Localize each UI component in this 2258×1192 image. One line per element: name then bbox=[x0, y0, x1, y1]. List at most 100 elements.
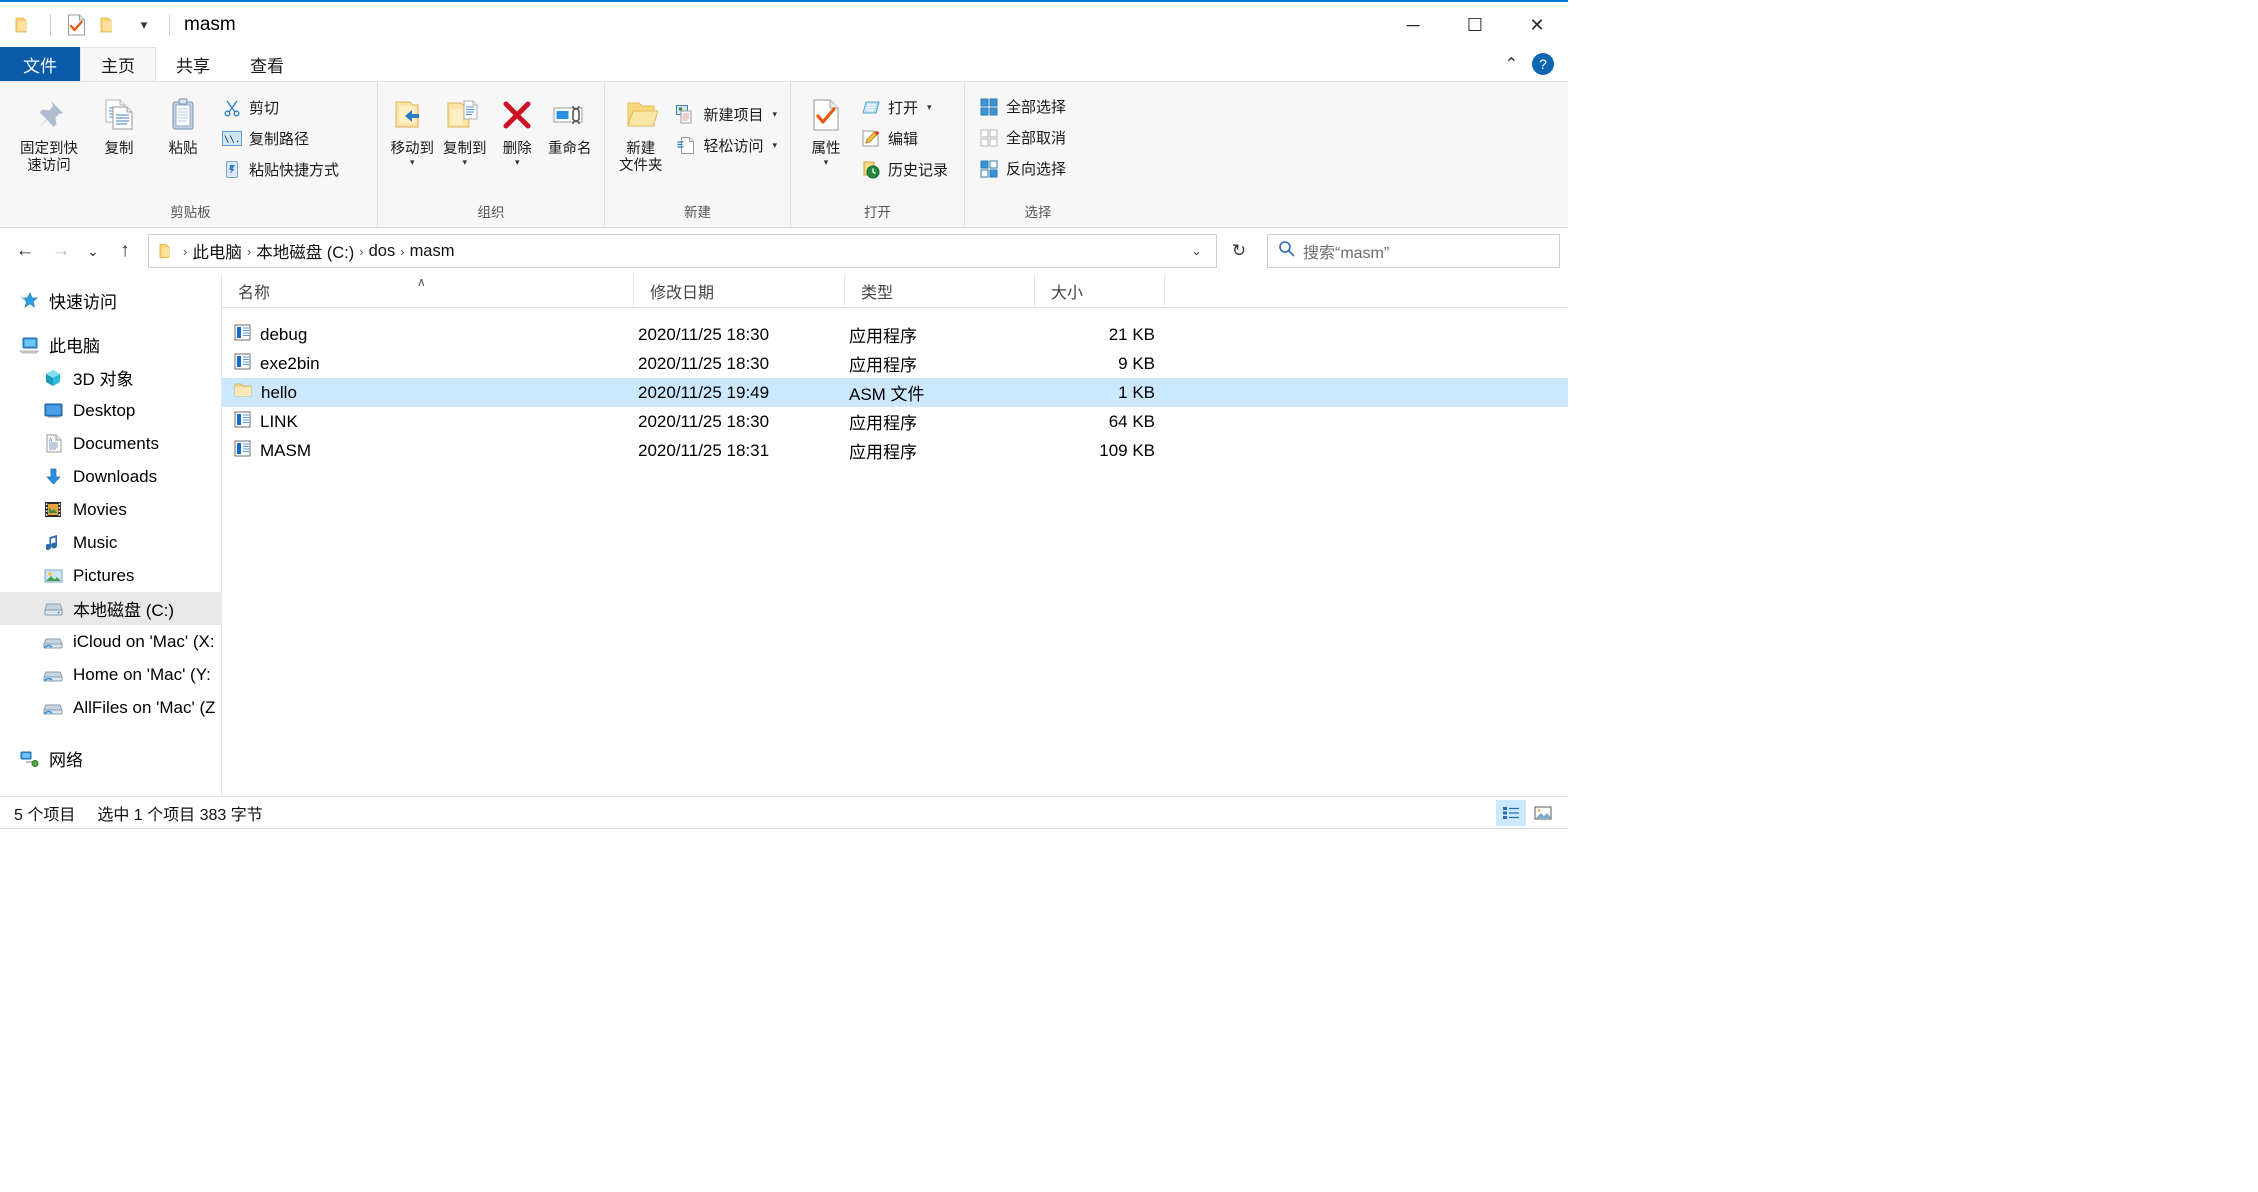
delete-caret-icon[interactable]: ▾ bbox=[515, 158, 520, 167]
sidebar-item-allfiles-on-mac[interactable]: AllFiles on 'Mac' (Z bbox=[0, 691, 221, 724]
table-row[interactable]: LINK 2020/11/25 18:30 应用程序 64 KB bbox=[222, 407, 1568, 436]
history-button[interactable]: 历史记录 bbox=[855, 155, 953, 184]
desktop-icon bbox=[42, 401, 64, 421]
pin-to-quick-access-button[interactable]: 固定到快 速访问 bbox=[12, 88, 86, 175]
open-with-button[interactable]: 打开 ▾ bbox=[855, 93, 953, 122]
sidebar-item-this-pc[interactable]: 此电脑 bbox=[0, 328, 221, 361]
sidebar-item-music[interactable]: Music bbox=[0, 526, 221, 559]
new-folder-icon[interactable] bbox=[95, 10, 125, 40]
tab-view[interactable]: 查看 bbox=[230, 47, 304, 81]
column-header-size-label: 大小 bbox=[1051, 284, 1084, 302]
table-row[interactable]: hello 2020/11/25 19:49 ASM 文件 1 KB bbox=[222, 378, 1568, 407]
app-exe-icon bbox=[234, 440, 251, 462]
tab-file[interactable]: 文件 bbox=[0, 47, 80, 81]
table-row[interactable]: MASM 2020/11/25 18:31 应用程序 109 KB bbox=[222, 436, 1568, 465]
address-bar[interactable]: › 此电脑 › 本地磁盘 (C:) › dos › masm ⌄ bbox=[148, 234, 1217, 268]
recent-locations-button[interactable]: ⌄ bbox=[80, 234, 106, 268]
cube-icon bbox=[42, 368, 64, 388]
quick-access-toolbar: ▾ masm bbox=[0, 10, 236, 40]
back-button[interactable]: ← bbox=[8, 234, 42, 268]
sidebar-item-documents[interactable]: A Documents bbox=[0, 427, 221, 460]
details-view-icon[interactable] bbox=[1496, 799, 1526, 826]
breadcrumb-item-masm[interactable]: masm bbox=[410, 242, 455, 261]
column-header-type[interactable]: 类型 bbox=[845, 274, 1035, 307]
sidebar-item-desktop[interactable]: Desktop bbox=[0, 394, 221, 427]
customize-caret-icon[interactable]: ▾ bbox=[129, 10, 159, 40]
column-header-name-label: 名称 bbox=[238, 284, 271, 302]
network-drive-icon bbox=[42, 632, 64, 652]
breadcrumb-item-this-pc[interactable]: 此电脑 bbox=[192, 239, 242, 263]
copy-path-icon: \\.. bbox=[221, 128, 242, 149]
sidebar-item-home-on-mac-label: Home on 'Mac' (Y: bbox=[73, 664, 211, 684]
breadcrumb-item-local-disk[interactable]: 本地磁盘 (C:) bbox=[256, 239, 354, 263]
collapse-ribbon-icon[interactable]: ⌃ bbox=[1505, 54, 1518, 74]
help-icon[interactable]: ? bbox=[1532, 53, 1554, 75]
sidebar-item-quick-access[interactable]: 快速访问 bbox=[0, 284, 221, 317]
sidebar-item-network[interactable]: 网络 bbox=[0, 742, 221, 775]
forward-button[interactable]: → bbox=[44, 234, 78, 268]
table-row[interactable]: debug 2020/11/25 18:30 应用程序 21 KB bbox=[222, 320, 1568, 349]
select-all-label: 全部选择 bbox=[1006, 99, 1067, 116]
move-to-caret-icon[interactable]: ▾ bbox=[410, 158, 415, 167]
easy-access-caret-icon[interactable]: ▾ bbox=[772, 140, 777, 151]
invert-selection-button[interactable]: 反向选择 bbox=[973, 154, 1071, 183]
address-dropdown-caret-icon[interactable]: ⌄ bbox=[1183, 243, 1210, 259]
refresh-button[interactable]: ↻ bbox=[1219, 234, 1259, 268]
cut-label: 剪切 bbox=[249, 100, 280, 117]
search-input[interactable]: 搜索“masm” bbox=[1303, 239, 1389, 263]
sidebar-item-pictures[interactable]: Pictures bbox=[0, 559, 221, 592]
sidebar-item-3d-objects[interactable]: 3D 对象 bbox=[0, 361, 221, 394]
paste-button[interactable]: 粘贴 bbox=[152, 88, 214, 158]
search-box[interactable]: 搜索“masm” bbox=[1267, 234, 1560, 268]
copy-to-button[interactable]: 复制到 ▾ bbox=[439, 88, 492, 167]
ribbon-tabs: 文件 主页 共享 查看 ⌃ ? bbox=[0, 47, 1568, 81]
sidebar-item-movies[interactable]: Movies bbox=[0, 493, 221, 526]
cut-button[interactable]: 剪切 bbox=[216, 93, 344, 122]
paste-shortcut-button[interactable]: 粘贴快捷方式 bbox=[216, 155, 344, 184]
easy-access-button[interactable]: 轻松访问 ▾ bbox=[670, 131, 782, 160]
app-exe-icon bbox=[234, 324, 251, 346]
edit-button[interactable]: 编辑 bbox=[855, 124, 953, 153]
sidebar-item-icloud-on-mac[interactable]: iCloud on 'Mac' (X: bbox=[0, 625, 221, 658]
music-note-icon bbox=[42, 533, 64, 553]
open-with-caret-icon[interactable]: ▾ bbox=[927, 102, 932, 113]
maximize-button[interactable]: ☐ bbox=[1444, 2, 1506, 49]
sidebar-item-local-disk-c[interactable]: 本地磁盘 (C:) bbox=[0, 592, 221, 625]
column-header-size[interactable]: 大小 bbox=[1035, 274, 1165, 307]
delete-button[interactable]: 删除 ▾ bbox=[491, 88, 544, 167]
new-item-caret-icon[interactable]: ▾ bbox=[772, 109, 777, 120]
column-header-name[interactable]: 名称 ∧ bbox=[222, 274, 634, 307]
minimize-button[interactable]: ─ bbox=[1382, 2, 1444, 49]
column-header-date-label: 修改日期 bbox=[650, 284, 715, 302]
asm-file-icon bbox=[234, 382, 252, 403]
tab-home[interactable]: 主页 bbox=[80, 47, 156, 81]
folder-icon[interactable] bbox=[10, 10, 40, 40]
sidebar-item-home-on-mac[interactable]: Home on 'Mac' (Y: bbox=[0, 658, 221, 691]
ribbon-group-select: 全部选择 全部取消 反向选择 选择 bbox=[965, 82, 1111, 227]
copy-button[interactable]: 复制 bbox=[88, 88, 150, 158]
copy-path-button[interactable]: \\.. 复制路径 bbox=[216, 124, 344, 153]
large-icons-view-icon[interactable] bbox=[1528, 800, 1558, 826]
breadcrumb-item-dos[interactable]: dos bbox=[369, 242, 396, 261]
sidebar-item-downloads[interactable]: Downloads bbox=[0, 460, 221, 493]
paste-shortcut-label: 粘贴快捷方式 bbox=[249, 162, 340, 179]
tab-share[interactable]: 共享 bbox=[156, 47, 230, 81]
column-header-date[interactable]: 修改日期 bbox=[634, 274, 845, 307]
rename-button[interactable]: 重命名 bbox=[544, 88, 597, 158]
properties-caret-icon[interactable]: ▾ bbox=[824, 158, 829, 167]
properties-check-icon[interactable] bbox=[61, 10, 91, 40]
rename-icon bbox=[551, 92, 589, 138]
move-to-button[interactable]: 移动到 ▾ bbox=[386, 88, 439, 167]
invert-selection-label: 反向选择 bbox=[1006, 161, 1067, 178]
select-all-button[interactable]: 全部选择 bbox=[973, 92, 1071, 121]
select-none-button[interactable]: 全部取消 bbox=[973, 123, 1071, 152]
new-folder-button[interactable]: 新建 文件夹 bbox=[613, 88, 668, 175]
copy-to-caret-icon[interactable]: ▾ bbox=[462, 158, 467, 167]
new-item-button[interactable]: 新建项目 ▾ bbox=[670, 100, 782, 129]
close-button[interactable]: ✕ bbox=[1506, 2, 1568, 49]
up-button[interactable]: ↑ bbox=[108, 234, 142, 268]
table-row[interactable]: exe2bin 2020/11/25 18:30 应用程序 9 KB bbox=[222, 349, 1568, 378]
properties-button[interactable]: 属性 ▾ bbox=[799, 88, 853, 167]
open-notepad-icon bbox=[860, 97, 881, 118]
